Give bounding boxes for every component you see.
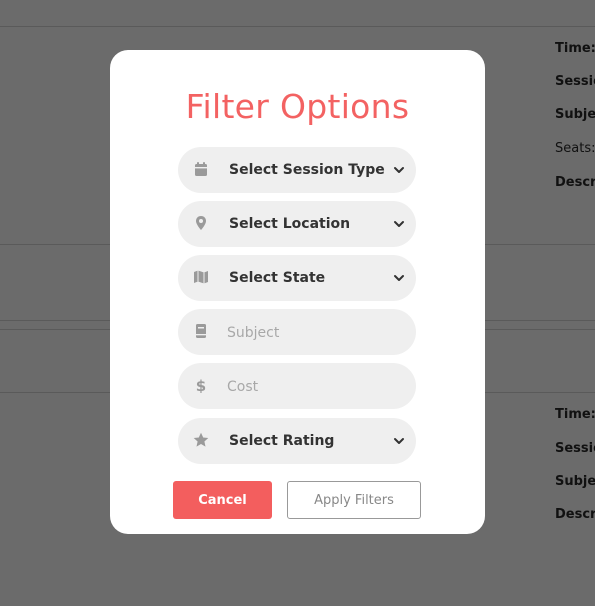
session-type-select[interactable]: Select Session Type (178, 147, 416, 193)
location-select[interactable]: Select Location (178, 201, 416, 247)
rating-label: Select Rating (229, 433, 335, 449)
svg-text:$: $ (196, 377, 206, 393)
cancel-button[interactable]: Cancel (173, 481, 272, 519)
card-session-label: Sessio (555, 441, 595, 456)
location-label: Select Location (229, 216, 351, 232)
subject-input[interactable] (225, 309, 399, 357)
apply-filters-button[interactable]: Apply Filters (287, 481, 421, 519)
map-pin-icon (196, 216, 206, 230)
subject-field[interactable] (178, 309, 416, 357)
card-time-label: Time: (555, 407, 595, 422)
chevron-down-icon (394, 221, 404, 227)
calendar-icon (195, 162, 207, 176)
cost-field[interactable]: $ (178, 363, 416, 411)
card-subject-label: Subjec (555, 474, 595, 489)
state-label: Select State (229, 270, 326, 286)
card-description-label: Descr (555, 507, 595, 522)
star-icon (193, 432, 209, 447)
dollar-icon: $ (196, 377, 206, 393)
chevron-down-icon (394, 167, 404, 173)
chevron-down-icon (394, 438, 404, 444)
chevron-down-icon (394, 275, 404, 281)
cost-input[interactable] (225, 363, 399, 411)
book-icon (196, 324, 206, 338)
card-description-label: Descr (555, 175, 595, 190)
card-time-label: Time: (555, 41, 595, 56)
card-seats-label: Seats: (555, 141, 595, 156)
modal-title: Filter Options (185, 87, 410, 126)
divider (0, 26, 595, 27)
rating-select[interactable]: Select Rating (178, 418, 416, 464)
session-type-label: Select Session Type (229, 162, 385, 178)
state-select[interactable]: Select State (178, 255, 416, 301)
map-icon (194, 270, 208, 284)
